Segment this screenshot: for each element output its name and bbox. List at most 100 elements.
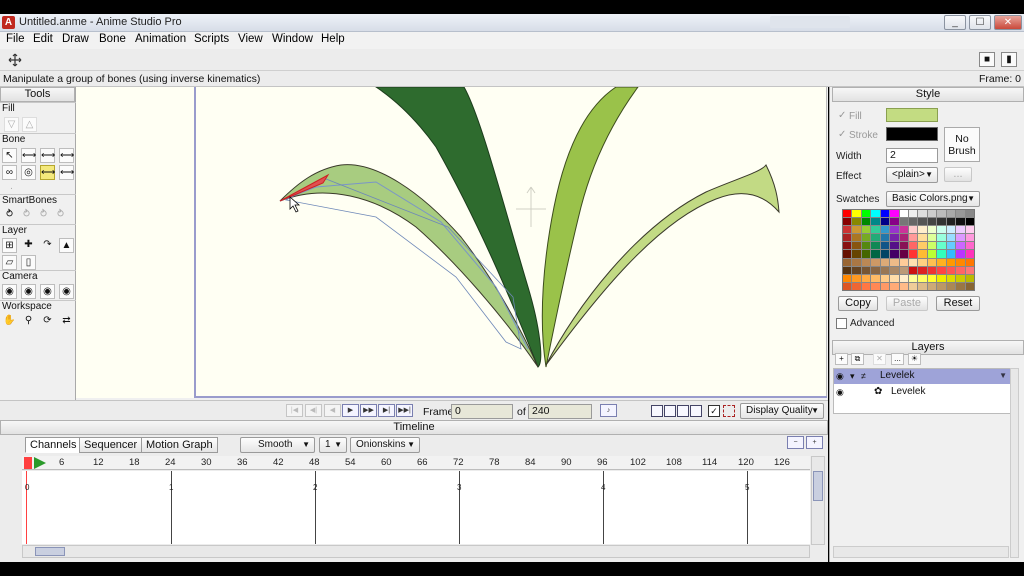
- color-swatch[interactable]: [946, 258, 956, 266]
- next-key-icon[interactable]: ▶|: [378, 404, 395, 417]
- zoom-in-icon[interactable]: +: [806, 436, 823, 449]
- color-swatch[interactable]: [927, 242, 937, 250]
- new-layer-icon[interactable]: +: [835, 353, 848, 365]
- color-swatch[interactable]: [937, 258, 946, 266]
- color-palette[interactable]: [842, 209, 975, 291]
- stroke-color-swatch[interactable]: [886, 127, 938, 141]
- color-swatch[interactable]: [909, 250, 918, 258]
- color-swatch[interactable]: [927, 250, 937, 258]
- smartbone-3-icon[interactable]: ⥁: [36, 208, 51, 223]
- color-swatch[interactable]: [880, 242, 890, 250]
- safe-area-icon[interactable]: [723, 405, 735, 417]
- color-swatch[interactable]: [861, 210, 871, 218]
- color-swatch[interactable]: [965, 218, 974, 226]
- color-swatch[interactable]: [871, 234, 880, 242]
- color-swatch[interactable]: [871, 258, 880, 266]
- scroll-thumb[interactable]: [813, 471, 823, 501]
- color-swatch[interactable]: [871, 282, 880, 290]
- menu-animation[interactable]: Animation: [135, 33, 186, 45]
- play-reverse-icon[interactable]: ◀: [324, 404, 341, 417]
- add-bone-icon[interactable]: ⟷: [40, 148, 55, 163]
- color-swatch[interactable]: [909, 242, 918, 250]
- color-swatch[interactable]: [861, 250, 871, 258]
- zoom-out-icon[interactable]: −: [787, 436, 804, 449]
- eye-icon[interactable]: ◉: [836, 385, 844, 399]
- color-swatch[interactable]: [843, 226, 852, 234]
- color-swatch[interactable]: [927, 210, 937, 218]
- smartbone-2-icon[interactable]: ⥁: [19, 208, 34, 223]
- color-swatch[interactable]: [861, 218, 871, 226]
- fill-color-swatch[interactable]: [886, 108, 938, 122]
- color-swatch[interactable]: [918, 274, 927, 282]
- color-swatch[interactable]: [899, 242, 908, 250]
- translate-bone-icon[interactable]: ⟷: [21, 148, 36, 163]
- orbit-workspace-icon[interactable]: ⇄: [59, 314, 74, 329]
- end-icon[interactable]: ▶▶|: [396, 404, 413, 417]
- color-swatch[interactable]: [946, 274, 956, 282]
- color-swatch[interactable]: [852, 250, 861, 258]
- color-swatch[interactable]: [852, 258, 861, 266]
- color-swatch[interactable]: [880, 266, 890, 274]
- stroke-checkbox[interactable]: ✓: [838, 129, 846, 140]
- width-input[interactable]: 2: [886, 148, 938, 163]
- effect-settings-button[interactable]: ...: [944, 167, 972, 182]
- color-swatch[interactable]: [956, 242, 965, 250]
- color-swatch[interactable]: [937, 234, 946, 242]
- smartbone-4-icon[interactable]: ⥁: [53, 208, 68, 223]
- color-swatch[interactable]: [965, 266, 974, 274]
- color-swatch[interactable]: [918, 234, 927, 242]
- tab-motion-graph[interactable]: Motion Graph: [141, 437, 218, 453]
- bind-points-icon[interactable]: ⟷: [59, 165, 74, 180]
- rewind-icon[interactable]: |◀: [286, 404, 303, 417]
- color-swatch[interactable]: [890, 210, 899, 218]
- color-swatch[interactable]: [956, 282, 965, 290]
- color-swatch[interactable]: [927, 274, 937, 282]
- layers-horizontal-scrollbar[interactable]: [833, 546, 1009, 558]
- color-swatch[interactable]: [965, 210, 974, 218]
- color-swatch[interactable]: [843, 266, 852, 274]
- color-swatch[interactable]: [890, 266, 899, 274]
- color-swatch[interactable]: [946, 282, 956, 290]
- color-swatch[interactable]: [880, 274, 890, 282]
- color-swatch[interactable]: [927, 282, 937, 290]
- color-swatch[interactable]: [918, 266, 927, 274]
- color-swatch[interactable]: [843, 234, 852, 242]
- color-swatch[interactable]: [965, 226, 974, 234]
- color-swatch[interactable]: [899, 258, 908, 266]
- color-swatch[interactable]: [843, 282, 852, 290]
- color-swatch[interactable]: [909, 218, 918, 226]
- color-swatch[interactable]: [927, 266, 937, 274]
- playhead-marker[interactable]: [24, 457, 32, 469]
- color-swatch[interactable]: [871, 210, 880, 218]
- menu-help[interactable]: Help: [321, 33, 345, 45]
- color-swatch[interactable]: [871, 218, 880, 226]
- smartbone-icon[interactable]: ⥁: [2, 208, 17, 223]
- color-swatch[interactable]: [890, 234, 899, 242]
- menu-view[interactable]: View: [238, 33, 263, 45]
- color-swatch[interactable]: [890, 218, 899, 226]
- color-swatch[interactable]: [909, 234, 918, 242]
- color-swatch[interactable]: [861, 234, 871, 242]
- color-swatch[interactable]: [871, 266, 880, 274]
- timeline-vertical-scrollbar[interactable]: [811, 456, 825, 545]
- color-swatch[interactable]: [871, 274, 880, 282]
- color-swatch[interactable]: [965, 242, 974, 250]
- color-swatch[interactable]: [937, 282, 946, 290]
- effect-dropdown[interactable]: <plain> ▼: [886, 167, 938, 183]
- play-icon[interactable]: ▶: [342, 404, 359, 417]
- step-dropdown[interactable]: 1 ▼: [319, 437, 347, 453]
- color-swatch[interactable]: [890, 274, 899, 282]
- timeline-tracks[interactable]: 0 1 2 3 4 5: [22, 471, 810, 544]
- color-swatch[interactable]: [956, 258, 965, 266]
- color-swatch[interactable]: [871, 250, 880, 258]
- reset-button[interactable]: Reset: [936, 296, 980, 311]
- color-swatch[interactable]: [861, 274, 871, 282]
- color-swatch[interactable]: [965, 250, 974, 258]
- color-swatch[interactable]: [880, 282, 890, 290]
- bone-strength-icon[interactable]: ∞: [2, 165, 17, 180]
- color-swatch[interactable]: [937, 266, 946, 274]
- color-swatch[interactable]: [946, 250, 956, 258]
- minimize-button[interactable]: _: [944, 15, 966, 30]
- color-swatch[interactable]: [843, 258, 852, 266]
- color-swatch[interactable]: [899, 234, 908, 242]
